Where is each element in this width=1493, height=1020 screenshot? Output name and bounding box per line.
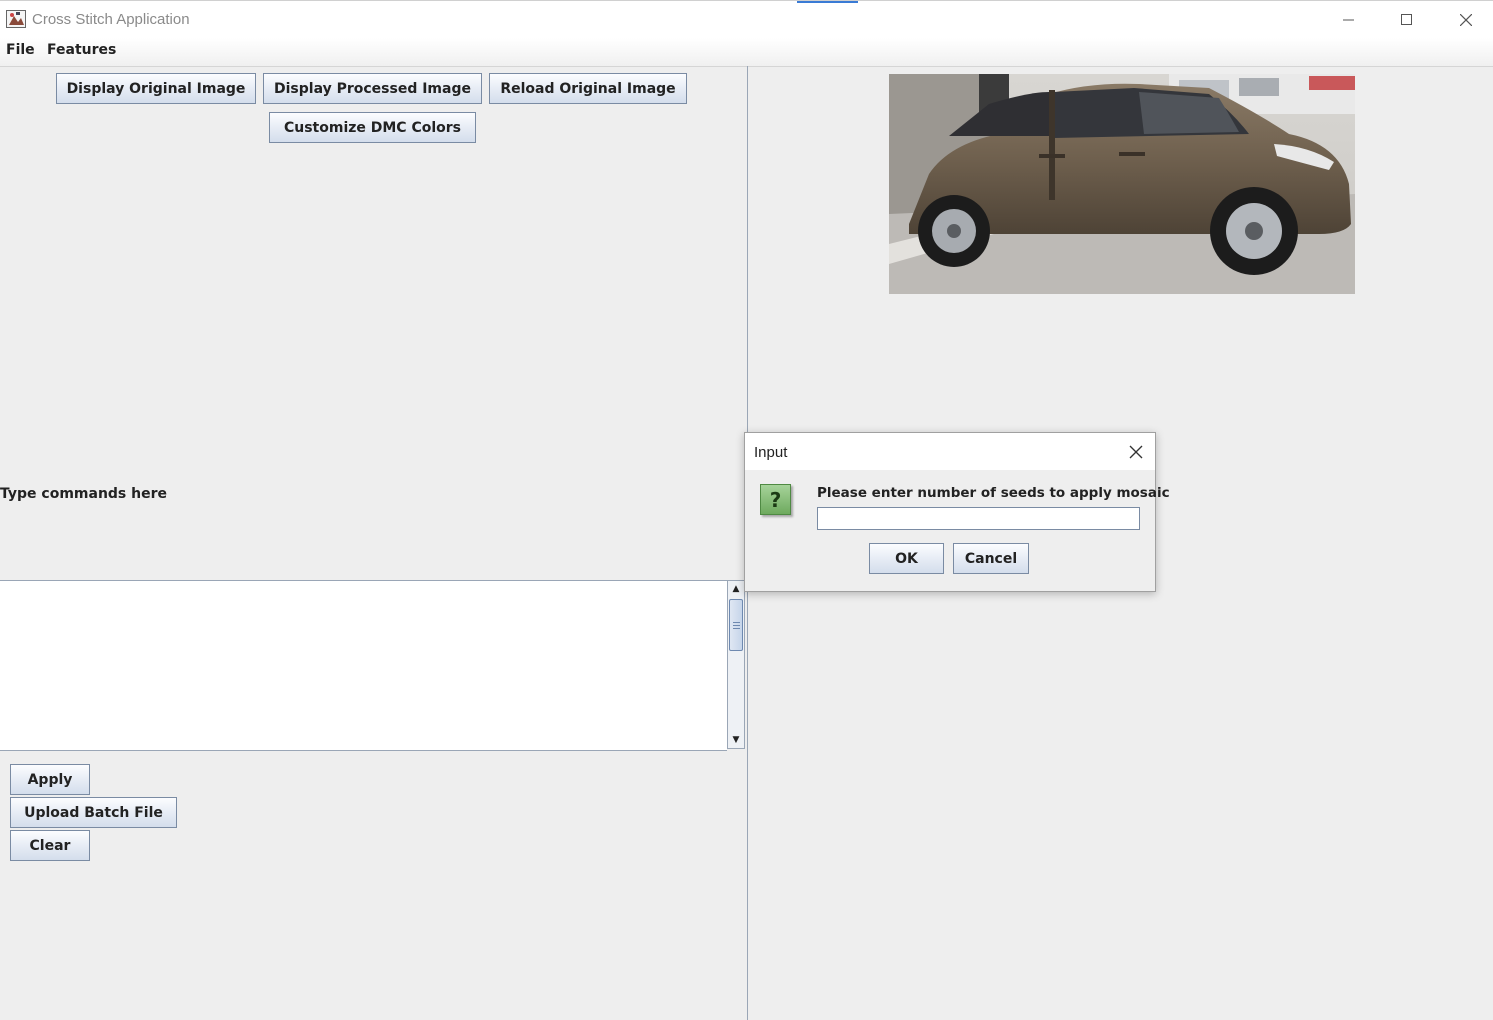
input-dialog: Input ? Please enter number of seeds to …: [744, 432, 1170, 592]
menu-file[interactable]: File: [6, 42, 35, 58]
original-image: [889, 74, 1355, 294]
upload-batch-button[interactable]: Upload Batch File: [10, 797, 177, 828]
display-processed-button[interactable]: Display Processed Image: [263, 73, 482, 104]
thumb-grip: [733, 622, 740, 623]
titlebar-accent: [797, 1, 858, 3]
maximize-button[interactable]: [1388, 7, 1428, 33]
commands-textarea[interactable]: [0, 580, 727, 751]
ok-button[interactable]: OK: [869, 543, 944, 574]
scroll-down-icon[interactable]: ▼: [728, 732, 744, 748]
scroll-thumb[interactable]: [729, 599, 743, 651]
clear-button[interactable]: Clear: [10, 830, 90, 861]
commands-label: Type commands here: [0, 486, 168, 502]
dialog-message: Please enter number of seeds to apply mo…: [817, 485, 1170, 501]
dialog-titlebar: Input: [745, 433, 1155, 470]
seeds-input[interactable]: [817, 507, 1140, 530]
window-title: Cross Stitch Application: [32, 11, 190, 28]
customize-dmc-button[interactable]: Customize DMC Colors: [269, 112, 476, 143]
maximize-icon: [1401, 14, 1412, 25]
apply-button[interactable]: Apply: [10, 764, 90, 795]
close-icon: [1460, 14, 1472, 26]
close-icon: [1129, 445, 1143, 459]
scroll-up-icon[interactable]: ▲: [728, 581, 744, 597]
window-titlebar: Cross Stitch Application: [0, 0, 1493, 39]
menu-bar: File Features: [0, 38, 1493, 67]
question-icon: ?: [760, 484, 791, 515]
dialog-title: Input: [754, 444, 788, 461]
thumb-grip: [733, 628, 740, 629]
menu-features[interactable]: Features: [47, 42, 116, 58]
close-window-button[interactable]: [1447, 7, 1487, 33]
commands-scrollbar[interactable]: ▲ ▼: [727, 580, 745, 749]
minimize-icon: [1343, 19, 1354, 21]
app-icon: [6, 10, 26, 28]
display-original-button[interactable]: Display Original Image: [56, 73, 256, 104]
dialog-close-button[interactable]: [1127, 443, 1145, 461]
reload-original-button[interactable]: Reload Original Image: [489, 73, 687, 104]
thumb-grip: [733, 625, 740, 626]
minimize-button[interactable]: [1330, 7, 1370, 33]
cancel-button[interactable]: Cancel: [953, 543, 1029, 574]
